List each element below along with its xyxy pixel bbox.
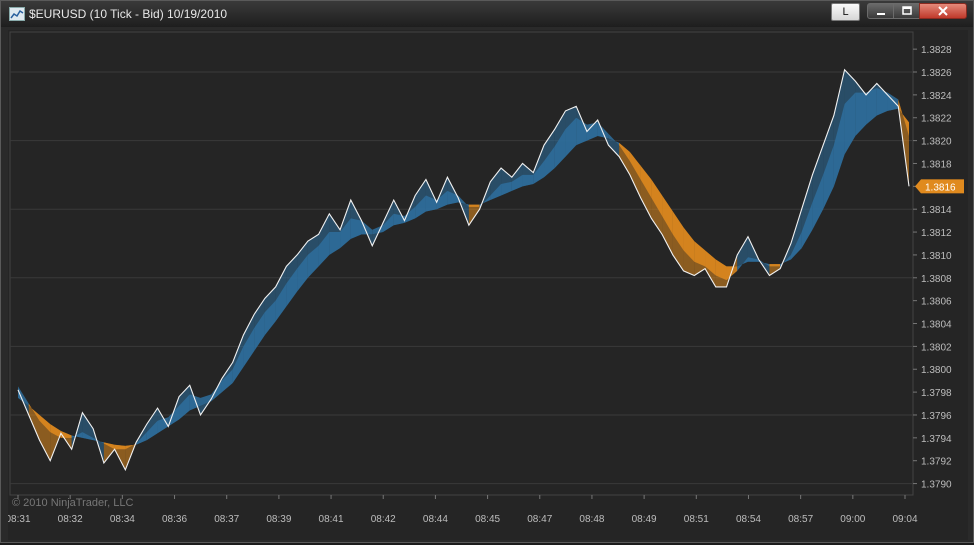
last-price-label: 1.3816 — [925, 182, 956, 193]
ribbon-core — [393, 213, 405, 226]
x-tick-label: 09:00 — [840, 514, 865, 525]
ribbon-core — [501, 181, 512, 196]
x-tick-label: 08:47 — [527, 514, 552, 525]
ribbon-core — [468, 204, 480, 207]
y-tick-label: 1.3800 — [921, 365, 952, 376]
x-tick-label: 08:45 — [475, 514, 500, 525]
y-tick-label: 1.3810 — [921, 251, 952, 262]
x-tick-label: 08:36 — [162, 514, 187, 525]
last-price-arrow — [915, 179, 921, 194]
minimize-button[interactable] — [867, 3, 894, 19]
chart-panel[interactable]: 1.3790 1.3792 1.3794 1.3796 1.3798 1.3800 1.38… — [5, 30, 968, 540]
x-tick-label: 08:42 — [371, 514, 396, 525]
y-tick-label: 1.3812 — [921, 228, 952, 239]
chart-window: $EURUSD (10 Tick - Bid) 10/19/2010 L 1.3… — [0, 0, 974, 543]
ribbon-core — [522, 174, 534, 187]
price-chart[interactable]: 1.3790 1.3792 1.3794 1.3796 1.3798 1.3800 1.38… — [5, 30, 968, 540]
ribbon-core — [329, 232, 341, 255]
y-tick-label: 1.3804 — [921, 320, 952, 331]
y-tick-label: 1.3802 — [921, 342, 952, 353]
close-icon — [938, 6, 948, 16]
y-tick-label: 1.3794 — [921, 434, 952, 445]
ribbon-core — [887, 92, 899, 111]
ribbon-core — [769, 264, 781, 267]
chart-app-icon — [9, 7, 25, 21]
x-tick-label: 08:44 — [423, 514, 448, 525]
title-bar[interactable]: $EURUSD (10 Tick - Bid) 10/19/2010 L — [1, 1, 973, 27]
y-tick-label: 1.3796 — [921, 411, 952, 422]
ribbon-core — [350, 218, 362, 239]
y-tick-label: 1.3818 — [921, 159, 952, 170]
y-tick-label: 1.3822 — [921, 114, 952, 125]
x-tick-label: 08:41 — [319, 514, 344, 525]
maximize-button[interactable] — [893, 3, 920, 19]
x-tick-label: 08:48 — [579, 514, 604, 525]
x-tick-label: 08:37 — [214, 514, 239, 525]
minimize-icon — [876, 13, 885, 15]
ribbon-core — [60, 430, 72, 438]
window-title: $EURUSD (10 Tick - Bid) 10/19/2010 — [29, 7, 228, 21]
x-tick-label: 09:04 — [892, 514, 917, 525]
ribbon-core — [576, 117, 587, 146]
ribbon-core — [855, 92, 867, 137]
x-tick-label: 08:31 — [8, 514, 31, 525]
y-tick-label: 1.3828 — [921, 45, 952, 56]
x-tick-label: 08:54 — [736, 514, 761, 525]
y-tick-label: 1.3824 — [921, 91, 952, 102]
y-tick-label: 1.3798 — [921, 388, 952, 399]
x-tick-label: 08:34 — [110, 514, 135, 525]
x-tick-label: 08:39 — [266, 514, 291, 525]
x-tick-label: 08:32 — [58, 514, 83, 525]
close-button[interactable] — [919, 3, 967, 19]
ribbon-core — [211, 380, 222, 402]
y-tick-label: 1.3814 — [921, 205, 952, 216]
y-tick-label: 1.3790 — [921, 480, 952, 491]
y-tick-label: 1.3792 — [921, 457, 952, 468]
x-tick-label: 08:49 — [632, 514, 657, 525]
copyright-notice: © 2010 NinjaTrader, LLC — [12, 497, 134, 509]
link-button[interactable]: L — [831, 3, 860, 21]
x-tick-label: 08:51 — [684, 514, 709, 525]
y-tick-label: 1.3808 — [921, 274, 952, 285]
ribbon-core — [114, 444, 126, 450]
y-tick-label: 1.3826 — [921, 68, 952, 79]
ribbon-core — [876, 88, 888, 116]
y-tick-label: 1.3806 — [921, 297, 952, 308]
maximize-icon — [901, 6, 912, 15]
y-tick-label: 1.3820 — [921, 137, 952, 148]
x-tick-label: 08:57 — [788, 514, 813, 525]
